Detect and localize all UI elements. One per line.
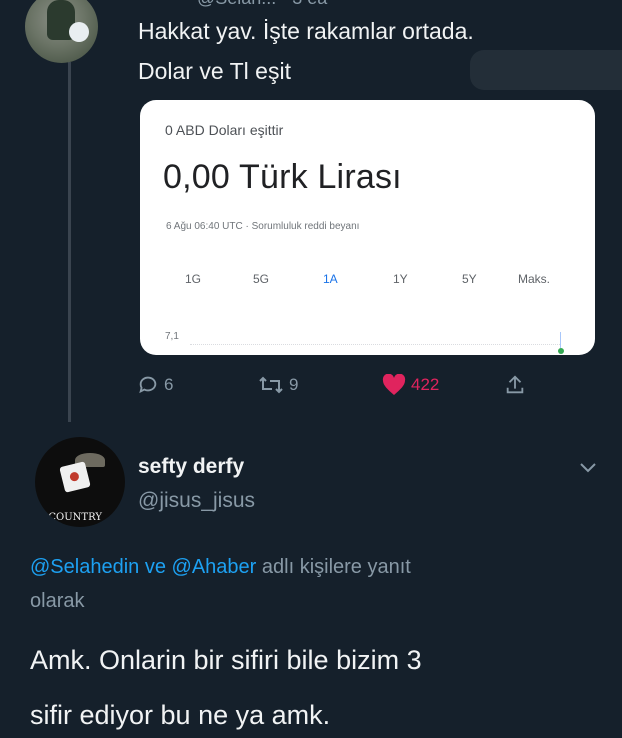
card-timestamp: 6 Ağu 06:40 UTC · Sorumluluk reddi beyan… [166,221,360,232]
retweet-icon [259,376,283,394]
reply-author-handle[interactable]: @jisus_jisus [138,489,255,513]
card-value: 0,00 Türk Lirası [163,158,402,196]
mention-ahaber[interactable]: @Ahaber [172,556,257,578]
retweet-button[interactable]: 9 [258,372,298,398]
reply-author-name[interactable]: sefty derfy [138,455,244,479]
reply-button[interactable]: 6 [137,372,173,398]
avatar-band-text: ARK COUNTRY [35,512,102,523]
tab-1y: 1Y [393,272,408,286]
heart-icon [382,374,406,395]
tweet-text-line2: Dolar ve Tl eşit [138,58,291,84]
reply-icon [139,376,157,394]
replying-to: @Selahedin ve @Ahaber adlı kişilere yanı… [30,550,590,584]
share-icon [506,375,524,394]
tab-maks: Maks. [518,272,551,286]
card-axis-line [190,344,560,346]
card-range-tabs: 1G 5G 1A 1Y 5Y Maks. [140,266,595,294]
tab-5g: 5G [253,272,270,286]
reply-count: 6 [164,375,174,394]
tab-5y: 5Y [462,272,477,286]
avatar-balloon [69,22,89,42]
card-axis-label: 7,1 [165,331,179,342]
currency-card-image[interactable]: 0 ABD Doları eşittir 0,00 Türk Lirası 6 … [140,100,595,355]
like-button[interactable]: 422 [382,372,439,398]
more-options-button[interactable] [578,461,598,480]
card-subtitle: 0 ABD Doları eşittir [165,122,284,138]
avatar[interactable] [25,0,98,63]
tweet-header-partial: ········· @Selah... · 3 ea [138,0,578,8]
tab-1g: 1G [185,272,202,286]
retweet-count: 9 [289,375,299,394]
tweet-text-line1: Hakkat yav. İşte rakamlar ortada. [138,18,474,44]
chevron-down-icon [580,463,596,473]
replying-to-line2: olarak [30,590,85,612]
card-current-marker [560,332,561,348]
like-count: 422 [411,375,440,394]
mention-ve: ve [144,556,166,578]
replying-to-suffix: adlı kişilere yanıt [261,556,411,578]
share-button[interactable] [504,372,526,398]
card-current-dot [558,348,564,354]
blurred-region [470,50,622,90]
reply-avatar[interactable]: ARK COUNTRY [35,437,125,527]
reply-text-line1: Amk. Onlarin bir sifiri bile bizim 3 [30,645,422,675]
tab-1a: 1A [309,266,355,294]
reply-text-line2: sifir ediyor bu ne ya amk. [30,700,331,730]
mention-selahedin[interactable]: @Selahedin [30,556,139,578]
thread-connector-line [68,62,71,422]
